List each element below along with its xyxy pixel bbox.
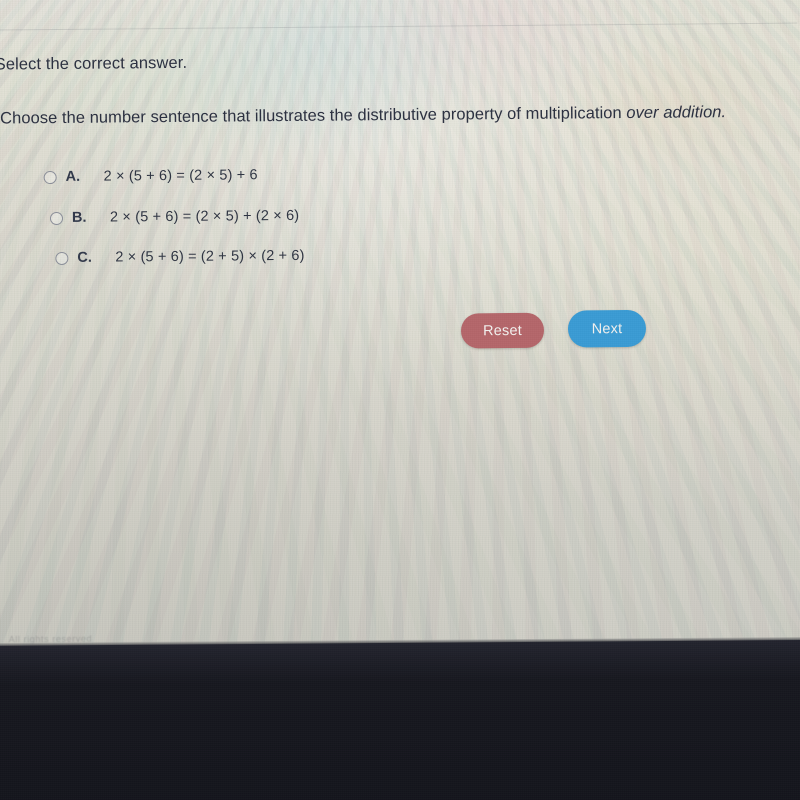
option-text: 2 × (5 + 6) = (2 × 5) + (2 × 6) <box>109 207 300 226</box>
radio-unchecked-icon[interactable] <box>49 211 64 225</box>
option-text: 2 × (5 + 6) = (2 + 5) × (2 + 6) <box>115 247 305 266</box>
quiz-content: Select the correct answer. Choose the nu… <box>0 0 800 663</box>
header-divider <box>0 22 798 31</box>
answer-option-a[interactable]: A. 2 × (5 + 6) = (2 × 5) + 6 <box>43 167 258 185</box>
question-text: Choose the number sentence that illustra… <box>0 103 726 128</box>
option-letter: B. <box>71 209 87 226</box>
photo-of-screen: Select the correct answer. Choose the nu… <box>0 0 800 800</box>
answer-option-b[interactable]: B. 2 × (5 + 6) = (2 × 5) + (2 × 6) <box>49 207 300 226</box>
option-text: 2 × (5 + 6) = (2 × 5) + 6 <box>103 167 258 185</box>
radio-unchecked-icon[interactable] <box>55 251 69 265</box>
reset-button[interactable]: Reset <box>460 312 545 349</box>
question-emphasis: over addition. <box>626 103 727 123</box>
radio-unchecked-icon[interactable] <box>43 170 57 184</box>
option-letter: A. <box>65 168 81 185</box>
instruction-text: Select the correct answer. <box>0 53 188 74</box>
answer-option-c[interactable]: C. 2 × (5 + 6) = (2 + 5) × (2 + 6) <box>55 247 305 266</box>
monitor-bezel <box>0 639 800 800</box>
next-button[interactable]: Next <box>567 309 647 348</box>
option-letter: C. <box>77 249 92 266</box>
question-lead: Choose the number sentence that illustra… <box>0 104 627 128</box>
